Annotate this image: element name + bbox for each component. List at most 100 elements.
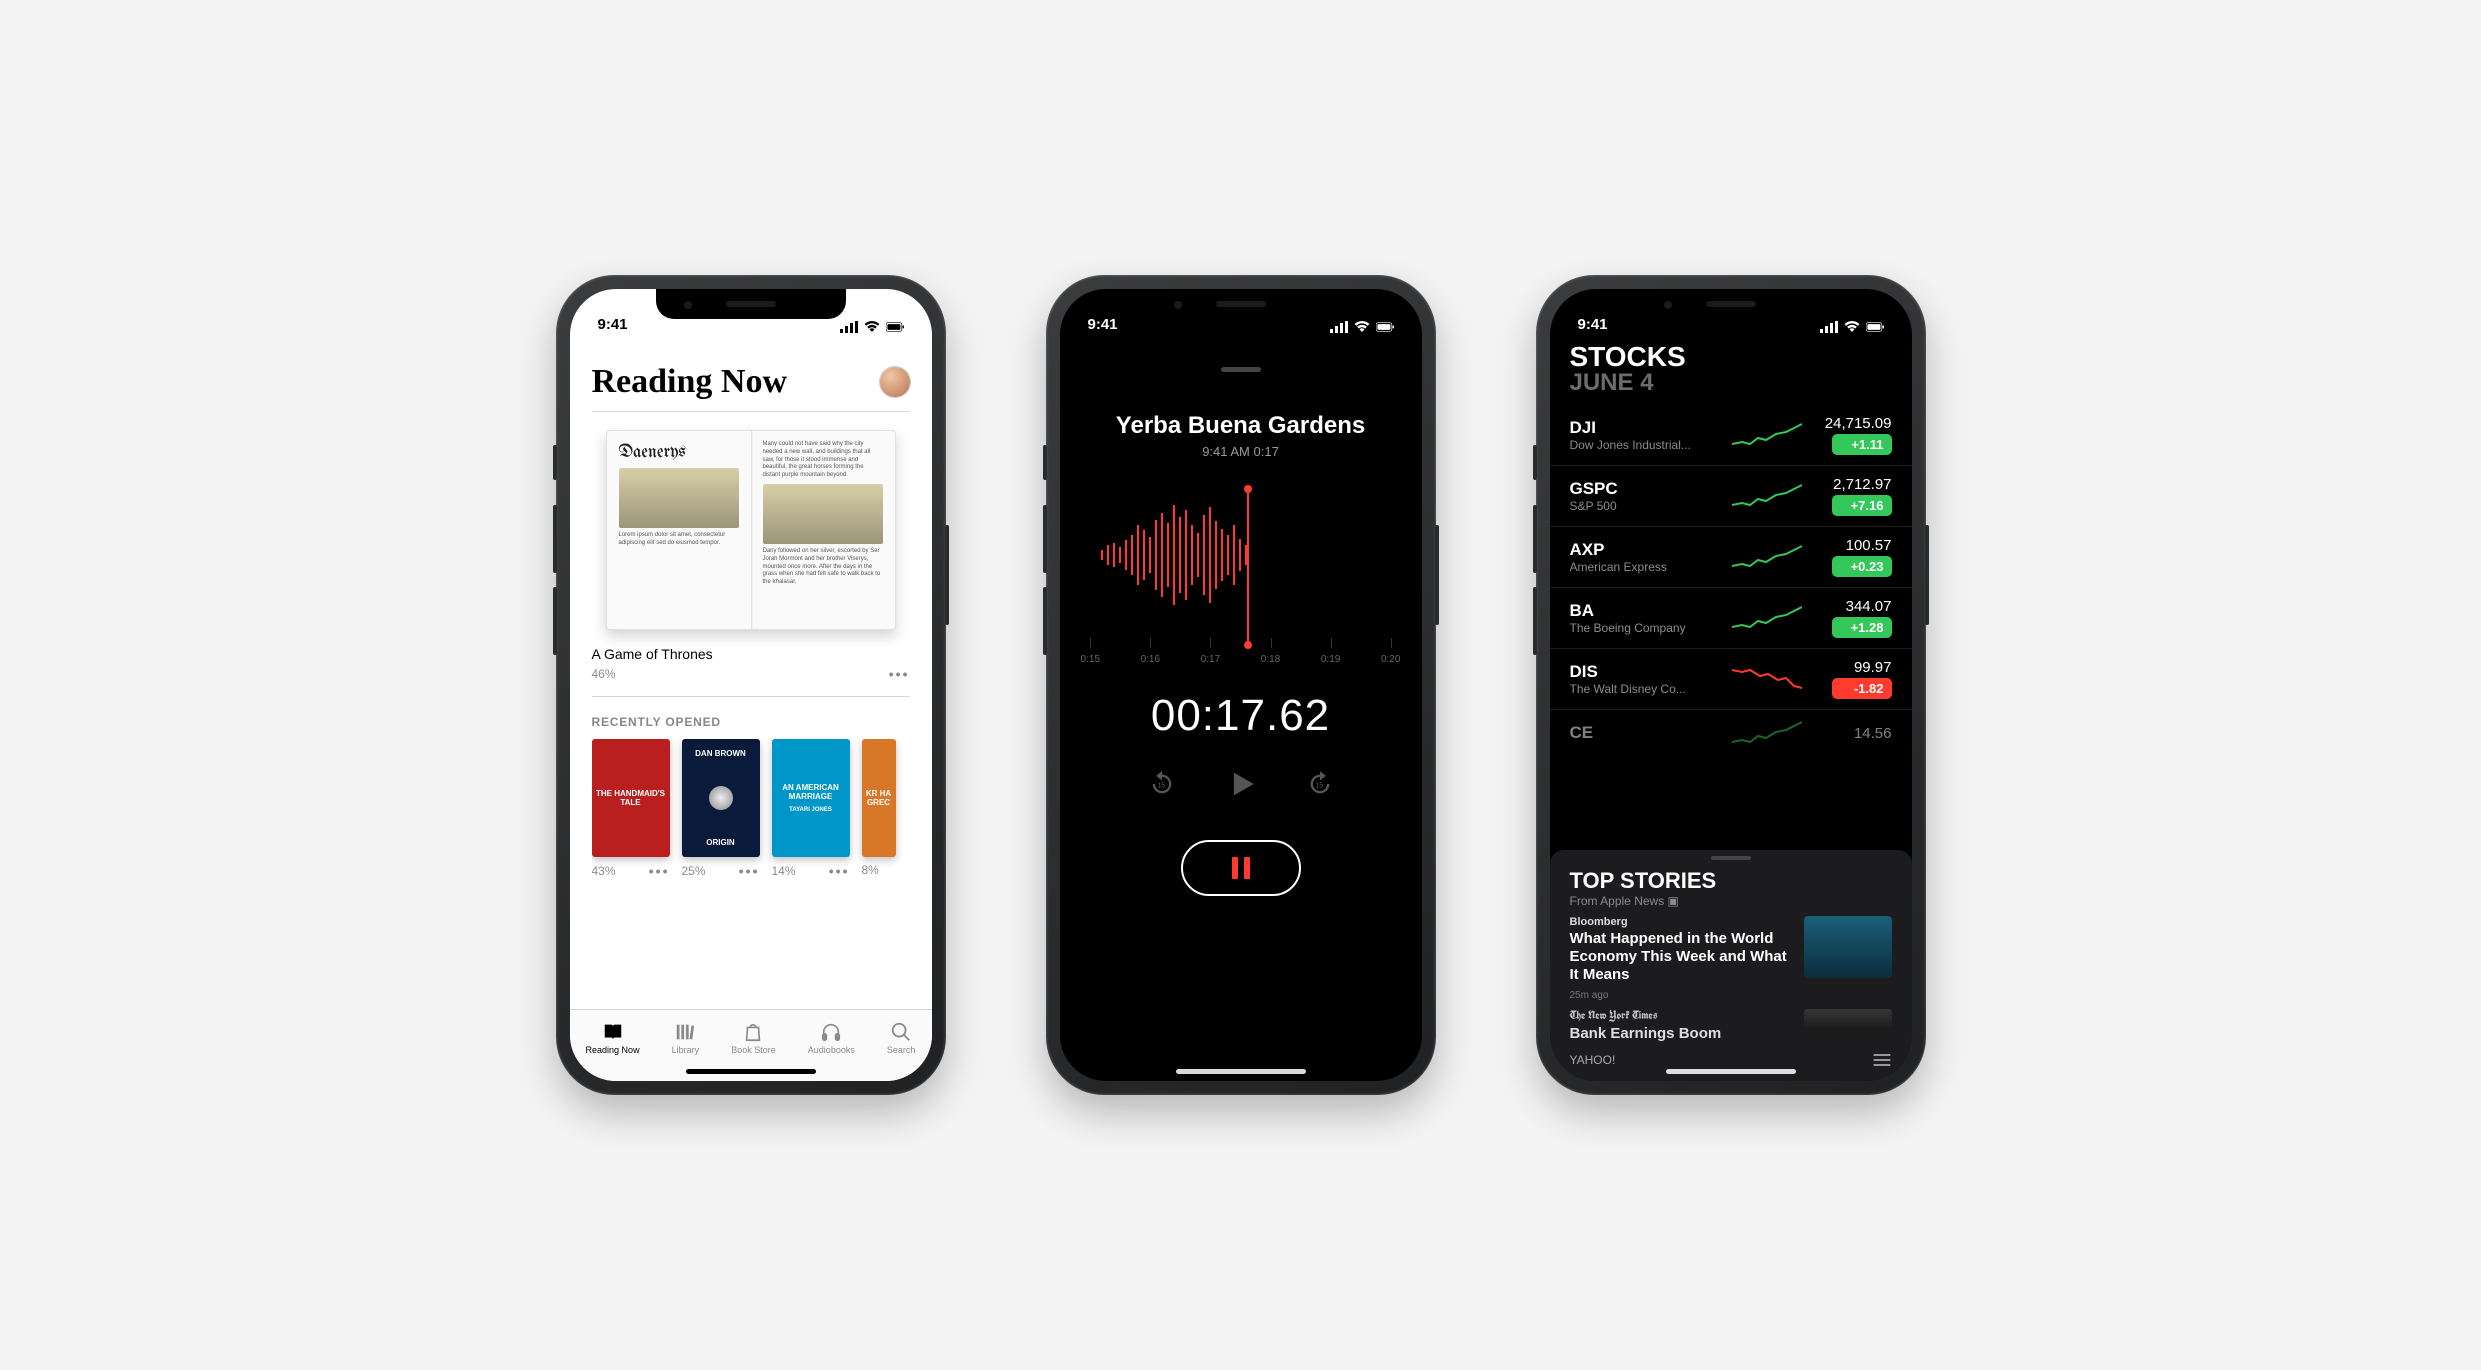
svg-text:15: 15 xyxy=(1157,783,1165,790)
sheet-handle[interactable] xyxy=(1221,367,1261,372)
stock-change: +1.11 xyxy=(1832,434,1892,455)
recording-timer: 00:17.62 xyxy=(1151,691,1330,741)
book-card[interactable]: DAN BROWNORIGIN 25%••• xyxy=(682,739,760,879)
battery-icon xyxy=(886,321,904,333)
wifi-icon xyxy=(1843,321,1861,333)
tab-label: Search xyxy=(887,1045,916,1055)
stock-change: +7.16 xyxy=(1832,495,1892,516)
stock-price: 24,715.09 xyxy=(1810,415,1892,432)
status-icons xyxy=(1330,321,1394,333)
book-progress: 8% xyxy=(862,863,879,877)
status-time: 9:41 xyxy=(1088,316,1118,333)
status-time: 9:41 xyxy=(1578,316,1608,333)
more-icon[interactable]: ••• xyxy=(889,666,910,682)
recording-subtitle: 9:41 AM 0:17 xyxy=(1202,444,1279,459)
recently-opened-shelf[interactable]: THE HANDMAID'S TALE 43%••• DAN BROWNORIG… xyxy=(592,739,910,879)
stock-row[interactable]: DJIDow Jones Industrial... 24,715.09 +1.11 xyxy=(1550,405,1912,466)
chapter-heading: Daenerys xyxy=(619,441,739,464)
waveform-axis: 0:150:160:170:180:190:20 xyxy=(1081,654,1401,665)
tab-label: Book Store xyxy=(731,1045,776,1055)
stock-symbol: DJI xyxy=(1570,418,1724,438)
rewind-15-button[interactable]: 15 xyxy=(1148,770,1176,803)
book-card[interactable]: THE HANDMAID'S TALE 43%••• xyxy=(592,739,670,879)
tab-audiobooks[interactable]: Audiobooks xyxy=(808,1021,855,1055)
stock-company: Dow Jones Industrial... xyxy=(1570,438,1724,452)
stock-price: 100.57 xyxy=(1810,537,1892,554)
top-stories-title: TOP STORIES xyxy=(1570,868,1892,894)
more-icon[interactable]: ••• xyxy=(739,863,760,879)
story-thumbnail xyxy=(1804,916,1892,978)
cellular-icon xyxy=(1820,321,1838,333)
tab-search[interactable]: Search xyxy=(887,1021,916,1055)
stock-row[interactable]: DISThe Walt Disney Co...99.97-1.82 xyxy=(1550,649,1912,710)
book-card[interactable]: AN AMERICAN MARRIAGETAYARI JONES 14%••• xyxy=(772,739,850,879)
tab-reading-now[interactable]: Reading Now xyxy=(586,1021,640,1055)
menu-icon[interactable] xyxy=(1872,1053,1892,1067)
home-indicator[interactable] xyxy=(1176,1069,1306,1074)
wifi-icon xyxy=(863,321,881,333)
more-icon[interactable]: ••• xyxy=(649,863,670,879)
stock-change: -1.82 xyxy=(1832,678,1892,699)
sparkline xyxy=(1732,544,1802,570)
current-book-title: A Game of Thrones xyxy=(592,646,910,662)
more-icon[interactable]: ••• xyxy=(829,863,850,879)
phone-stocks: 9:41 STOCKS JUNE 4 DJIDow Jones Industri… xyxy=(1536,275,1926,1095)
sparkline xyxy=(1732,422,1802,448)
sparkline xyxy=(1732,605,1802,631)
waveform[interactable]: 0:150:160:170:180:190:20 xyxy=(1081,495,1401,665)
library-icon xyxy=(674,1021,696,1043)
search-icon xyxy=(890,1021,912,1043)
phone-books: 9:41 Reading Now Daenerys Lorem ipsum do… xyxy=(556,275,946,1095)
sparkline xyxy=(1732,720,1802,746)
current-book[interactable]: Daenerys Lorem ipsum dolor sit amet, con… xyxy=(592,430,910,682)
battery-icon xyxy=(1866,321,1884,333)
story-thumbnail xyxy=(1804,1009,1892,1029)
book-progress: 43% xyxy=(592,864,616,878)
pause-icon xyxy=(1244,857,1250,879)
stock-symbol: GSPC xyxy=(1570,479,1724,499)
news-sheet[interactable]: TOP STORIES From Apple News ▣ Bloomberg … xyxy=(1550,850,1912,1081)
playhead[interactable] xyxy=(1247,489,1249,645)
status-time: 9:41 xyxy=(598,316,628,333)
tab-book-store[interactable]: Book Store xyxy=(731,1021,776,1055)
pause-icon xyxy=(1232,857,1238,879)
home-indicator[interactable] xyxy=(686,1069,816,1074)
stock-symbol: BA xyxy=(1570,601,1724,621)
tab-library[interactable]: Library xyxy=(672,1021,700,1055)
data-provider: YAHOO! xyxy=(1570,1053,1616,1067)
stock-row[interactable]: GSPCS&P 5002,712.97+7.16 xyxy=(1550,466,1912,527)
stocks-list[interactable]: DJIDow Jones Industrial... 24,715.09 +1.11… xyxy=(1550,405,1912,756)
sparkline xyxy=(1732,483,1802,509)
stock-row[interactable]: AXPAmerican Express100.57+0.23 xyxy=(1550,527,1912,588)
phone-voice-memos: 9:41 Yerba Buena Gardens 9:41 AM 0:17 xyxy=(1046,275,1436,1095)
current-book-progress: 46% xyxy=(592,667,616,681)
forward-15-button[interactable]: 15 xyxy=(1306,770,1334,803)
home-indicator[interactable] xyxy=(1666,1069,1796,1074)
notch xyxy=(656,289,846,319)
stock-row[interactable]: CE14.56 xyxy=(1550,710,1912,756)
sparkline xyxy=(1732,666,1802,692)
pause-record-button[interactable] xyxy=(1181,840,1301,896)
recording-title: Yerba Buena Gardens xyxy=(1116,412,1365,440)
stock-company: S&P 500 xyxy=(1570,499,1724,513)
tab-label: Reading Now xyxy=(586,1045,640,1055)
stock-row[interactable]: BAThe Boeing Company344.07+1.28 xyxy=(1550,588,1912,649)
book-progress: 25% xyxy=(682,864,706,878)
news-story[interactable]: Bloomberg What Happened in the World Eco… xyxy=(1570,916,1892,1001)
story-publisher: Bloomberg xyxy=(1570,916,1792,928)
cellular-icon xyxy=(840,321,858,333)
play-button[interactable] xyxy=(1224,767,1258,806)
stock-price: 14.56 xyxy=(1810,725,1892,742)
profile-avatar[interactable] xyxy=(880,367,910,397)
svg-text:15: 15 xyxy=(1315,783,1323,790)
cellular-icon xyxy=(1330,321,1348,333)
stock-symbol: AXP xyxy=(1570,540,1724,560)
story-headline: Bank Earnings Boom xyxy=(1570,1025,1792,1043)
book-card[interactable]: KR HA GREC 8% xyxy=(862,739,896,879)
tab-label: Library xyxy=(672,1045,700,1055)
story-headline: What Happened in the World Economy This … xyxy=(1570,930,1792,984)
stock-company: The Boeing Company xyxy=(1570,621,1724,635)
news-story[interactable]: The New York Times Bank Earnings Boom xyxy=(1570,1009,1892,1043)
stock-change: +0.23 xyxy=(1832,556,1892,577)
stock-price: 99.97 xyxy=(1810,659,1892,676)
